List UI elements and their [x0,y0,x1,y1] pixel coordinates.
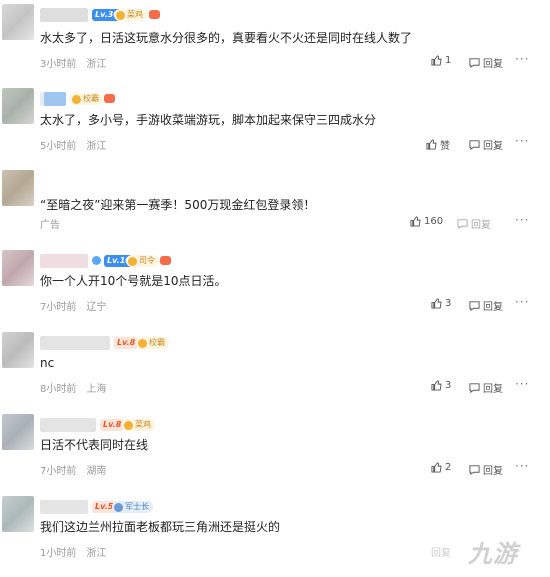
comment-icon [469,58,480,68]
more-options-icon[interactable]: ··· [515,459,529,473]
medal-icon [116,10,125,20]
comment-time: 1小时前 [40,548,77,559]
title-badge: 菜鸡 [122,419,155,431]
medal-icon [72,94,81,104]
like-button[interactable]: 3 [431,298,451,309]
comment-time: 3小时前 [40,59,77,70]
medal-icon [114,502,123,512]
like-button[interactable]: 赞 [426,137,450,152]
user-avatar[interactable] [2,88,34,124]
comment-icon [469,301,480,311]
more-options-icon[interactable]: ··· [515,134,529,148]
more-options-icon[interactable]: ··· [515,52,529,66]
comment-icon [469,465,480,475]
more-options-icon[interactable]: ··· [515,213,529,227]
more-options-icon[interactable]: ··· [515,377,529,391]
reply-button[interactable]: 回复 [469,380,503,395]
reply-button[interactable]: 回复 [431,544,451,559]
blurred-username[interactable] [44,92,66,106]
comment-meta: 8小时前 上海 [40,380,106,395]
thumb-up-icon [410,216,421,227]
comment-text: nc [40,356,55,370]
like-button[interactable]: 2 [431,462,451,473]
title-badge: 司令 [126,255,159,267]
thumb-up-icon [426,139,437,150]
comment-icon [457,219,468,229]
comment-icon [469,140,480,150]
reply-button[interactable]: 回复 [469,462,503,477]
reply-button[interactable]: 回复 [469,298,503,313]
user-avatar[interactable] [2,414,34,450]
reply-button[interactable]: 回复 [469,55,503,70]
comment-text: 日活不代表同时在线 [40,438,149,452]
blurred-username[interactable] [40,8,88,22]
more-options-icon[interactable]: ··· [515,295,529,309]
comment-time: 7小时前 [40,302,77,313]
comment-text: 太水了，多小号，手游收菜端游玩，脚本加起来保守三四成水分 [40,113,377,127]
comment-location: 浙江 [86,548,107,559]
blurred-username[interactable] [40,500,88,514]
comment-text: 水太多了，日活这玩意水分很多的，真要看火不火还是同时在线人数了 [40,31,413,45]
comment-location: 上海 [86,384,107,395]
comment-text: 你一个人开10个号就是10点日活。 [40,274,227,288]
comment-meta: 1小时前 浙江 [40,544,106,559]
thumb-up-icon [431,298,442,309]
like-button[interactable]: 160 [410,216,443,227]
thumb-up-icon [431,380,442,391]
comment-time: 8小时前 [40,384,77,395]
comment-meta: 7小时前 湖南 [40,462,106,477]
user-avatar[interactable] [2,332,34,368]
blurred-username[interactable] [40,336,110,350]
comment-location: 辽宁 [86,302,107,313]
blurred-username[interactable] [40,418,96,432]
comment-meta: 3小时前 浙江 [40,55,106,70]
comment-location: 浙江 [86,59,107,70]
user-avatar[interactable] [2,496,34,532]
comment-meta: 5小时前 浙江 [40,137,106,152]
title-badge: 军士长 [112,501,153,513]
medal-icon [128,256,137,266]
like-button[interactable]: 1 [431,55,451,66]
ad-text[interactable]: “至暗之夜”迎来第一赛季！500万现金红包登录领！ [40,197,315,213]
comment-location: 浙江 [86,141,107,152]
level-badge: Lv.8 [114,337,139,349]
level-badge: Lv.8 [100,419,125,431]
user-avatar[interactable] [2,250,34,286]
ad-tag: 广告 [40,220,60,231]
medal-icon [138,338,147,348]
reply-button[interactable]: 回复 [457,216,491,231]
comment-time: 5小时前 [40,141,77,152]
comment-location: 湖南 [86,466,107,477]
medal-icon [124,420,133,430]
blurred-username[interactable] [40,254,88,268]
comment-time: 7小时前 [40,466,77,477]
game-controller-icon [160,256,171,265]
watermark-logo: 九游 [468,540,518,568]
ad-avatar[interactable] [2,170,34,206]
game-controller-icon [104,94,115,103]
title-badge: 菜鸡 [114,9,147,21]
comment-icon [469,383,480,393]
thumb-up-icon [431,55,442,66]
title-badge: 校霸 [136,337,169,349]
like-button[interactable]: 3 [431,380,451,391]
user-avatar[interactable] [2,4,34,40]
verified-icon [92,256,101,265]
title-badge: 校霸 [70,93,103,105]
thumb-up-icon [431,462,442,473]
comment-text: 我们这边兰州拉面老板都玩三角洲还是挺火的 [40,520,281,534]
game-controller-icon [149,10,160,19]
reply-button[interactable]: 回复 [469,137,503,152]
comment-meta: 7小时前 辽宁 [40,298,106,313]
